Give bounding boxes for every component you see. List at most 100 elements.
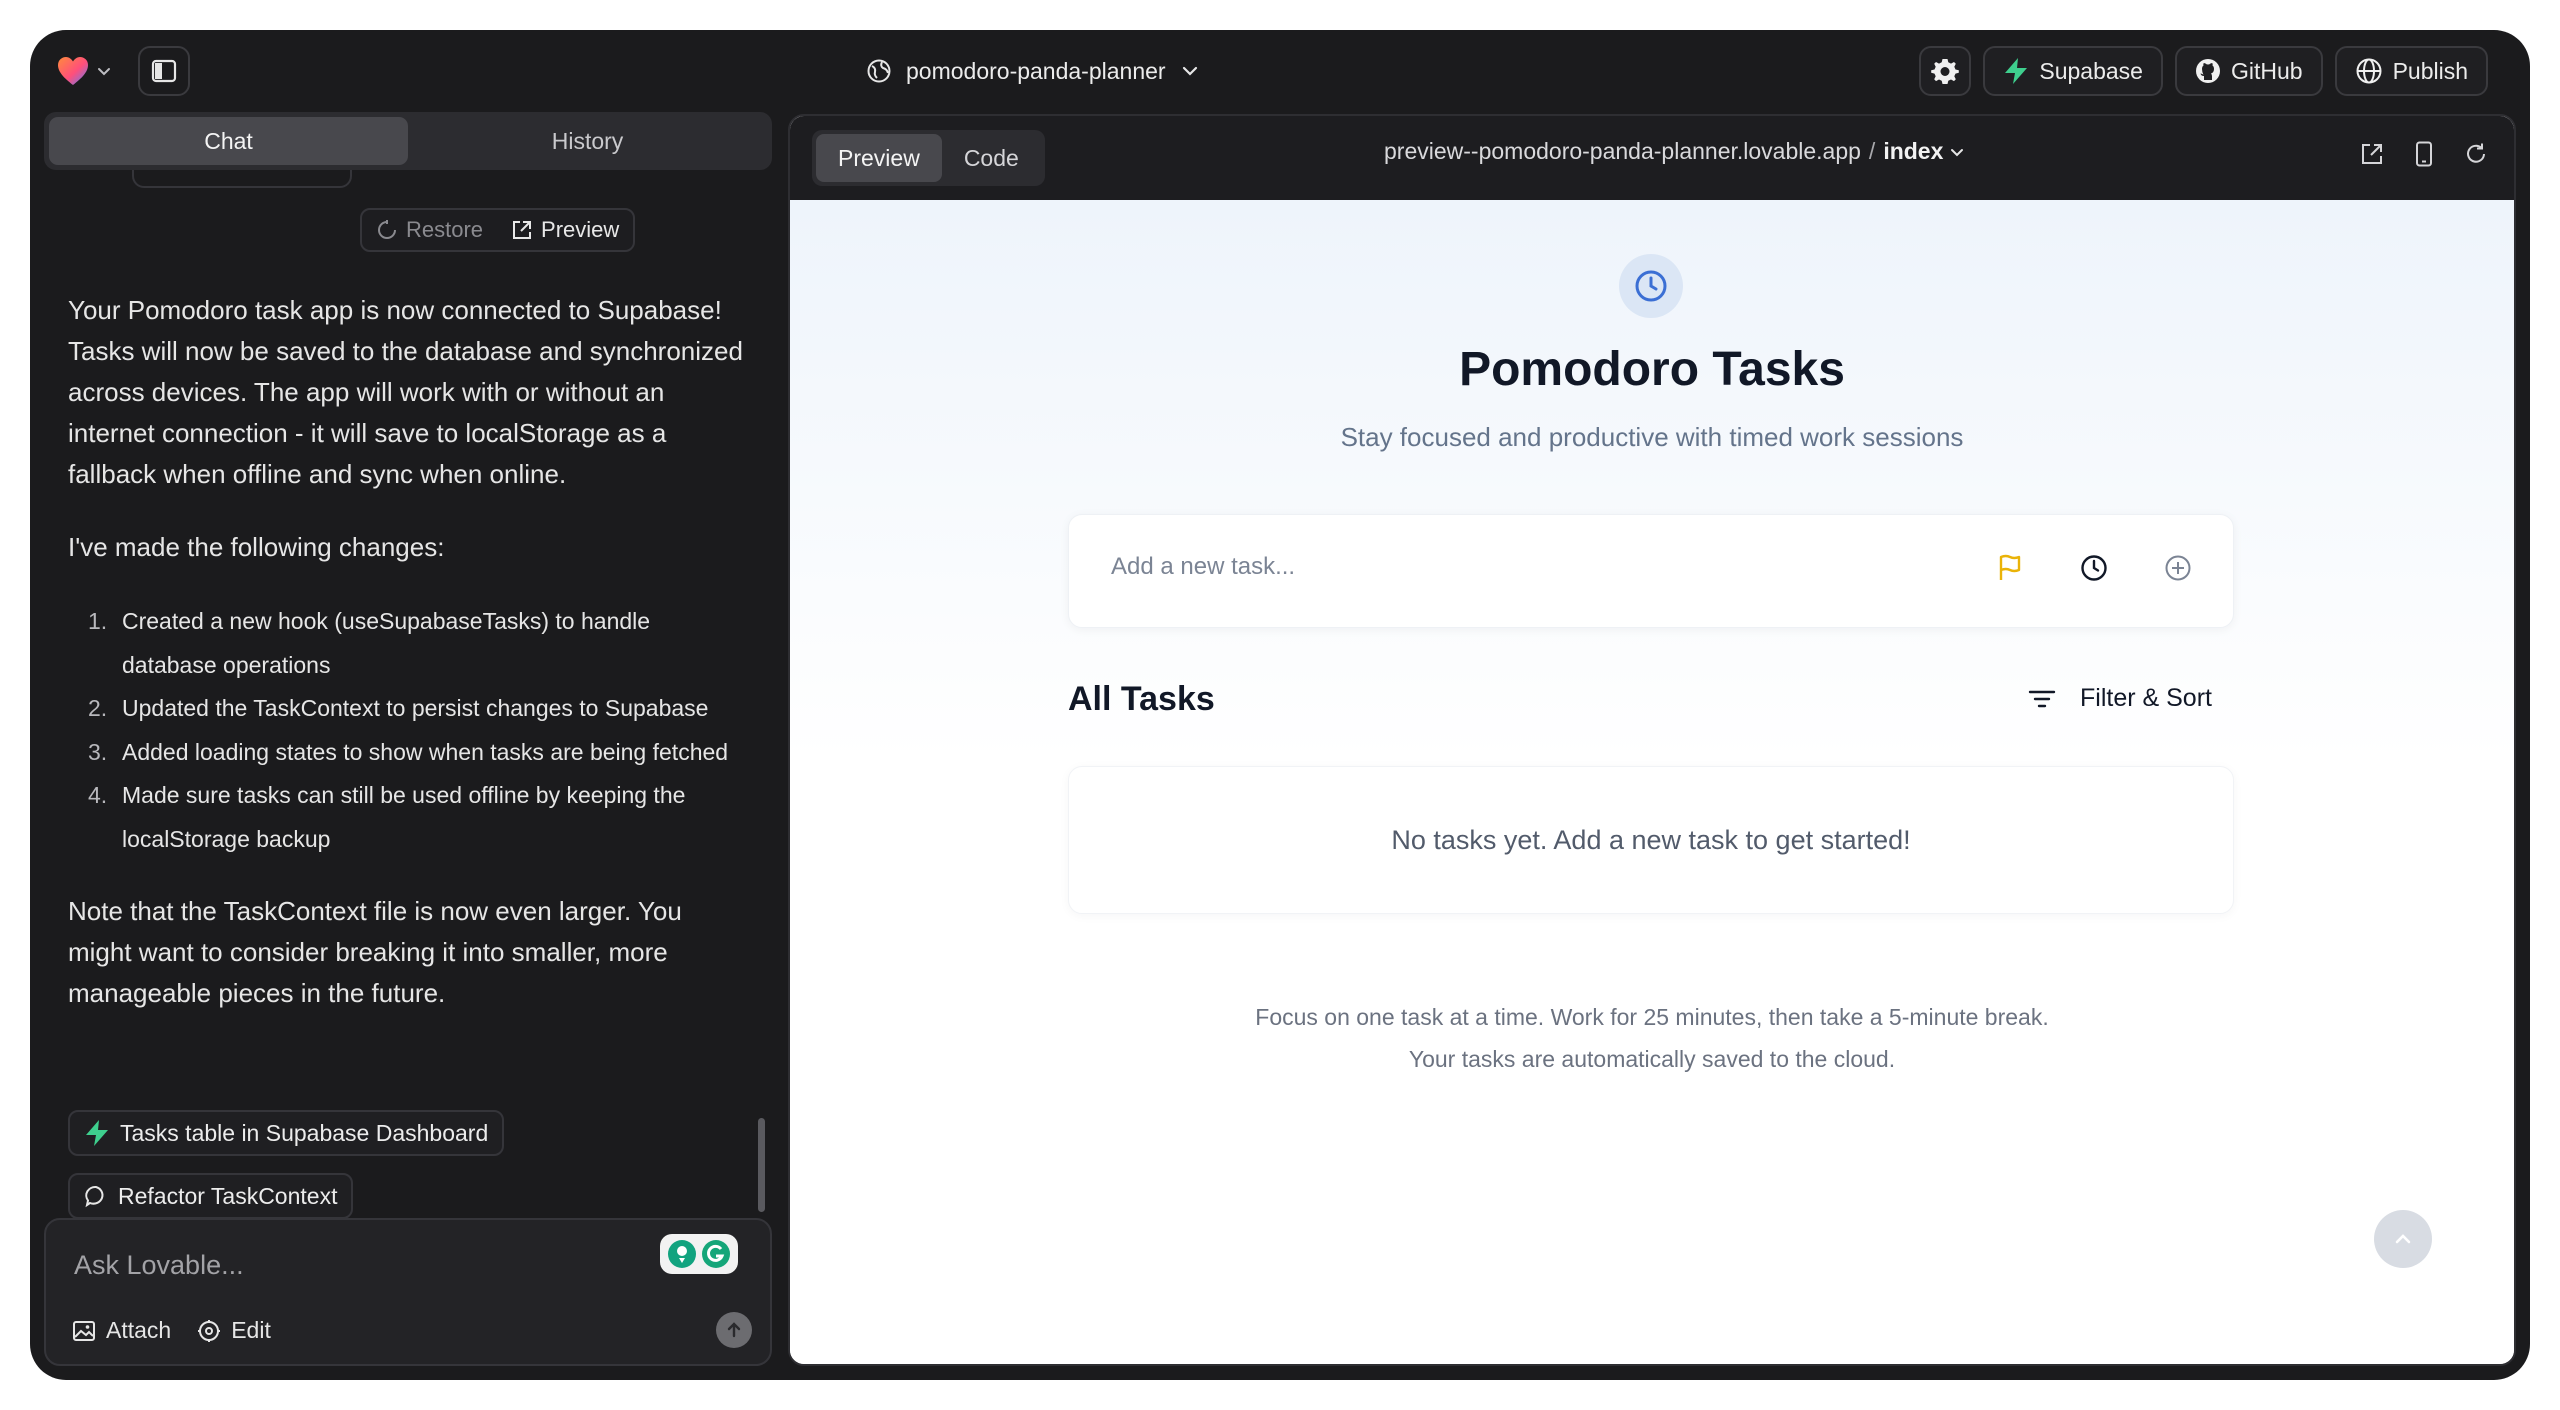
priority-button[interactable] <box>1995 553 2025 583</box>
page-subtitle: Stay focused and productive with timed w… <box>1340 422 1964 452</box>
message-paragraph: Note that the TaskContext file is now ev… <box>68 896 682 1008</box>
empty-state: No tasks yet. Add a new task to get star… <box>1068 766 2234 914</box>
attach-button[interactable]: Attach <box>72 1317 171 1344</box>
lovable-heart-icon <box>58 57 88 85</box>
new-task-input[interactable] <box>1111 553 1911 581</box>
lovable-logo-menu[interactable] <box>56 54 112 88</box>
route-selector[interactable]: index <box>1883 138 1965 165</box>
preview-url-bar: preview--pomodoro-panda-planner.lovable.… <box>1384 138 1965 165</box>
message-paragraph: Your Pomodoro task app is now connected … <box>68 295 743 489</box>
suggestion-label: Tasks table in Supabase Dashboard <box>120 1119 489 1146</box>
external-link-icon <box>513 221 532 239</box>
preview-url-host: preview--pomodoro-panda-planner.lovable.… <box>1384 138 1861 164</box>
list-number: 1. <box>88 608 108 634</box>
github-button[interactable]: GitHub <box>2174 46 2323 96</box>
chevron-down-icon <box>1182 66 1197 76</box>
list-text: Created a new hook (useSupabaseTasks) to… <box>122 608 651 678</box>
message-actions: Restore Preview <box>360 208 636 252</box>
restore-label: Restore <box>406 217 484 242</box>
refactor-suggestion-button[interactable]: Refactor TaskContext <box>68 1173 354 1219</box>
preview-version-label: Preview <box>541 217 620 242</box>
chat-input[interactable] <box>74 1250 594 1281</box>
add-task-button[interactable] <box>2163 553 2193 583</box>
chat-message-list[interactable]: Restore Preview Your Pomodoro task app i… <box>44 170 772 1240</box>
list-number: 2. <box>88 695 108 721</box>
chevron-down-icon <box>98 68 110 76</box>
flag-icon <box>1999 554 2021 580</box>
open-in-new-tab-button[interactable] <box>2358 140 2386 168</box>
clock-icon <box>1635 270 1667 302</box>
chat-panel-tabs: Chat History <box>44 112 772 170</box>
preview-panel: Preview Code preview--pomodoro-panda-pla… <box>788 114 2516 1366</box>
list-item: 4. Made sure tasks can still be used offl… <box>68 774 748 861</box>
filter-sort-button[interactable]: Filter & Sort <box>2028 684 2212 713</box>
grammarly-icon <box>702 1240 730 1268</box>
publish-button[interactable]: Publish <box>2334 46 2488 96</box>
assistant-badge-icon <box>668 1240 696 1268</box>
section-title: All Tasks <box>1068 680 1215 718</box>
publish-label: Publish <box>2392 57 2468 84</box>
supabase-bolt-icon <box>2005 58 2028 84</box>
footer-line: Your tasks are automatically saved to th… <box>1408 1046 1896 1072</box>
list-item: 3. Added loading states to show when task… <box>68 731 748 775</box>
clock-logo <box>1619 254 1683 318</box>
mobile-view-button[interactable] <box>2410 140 2438 168</box>
footer-line: Focus on one task at a time. Work for 25… <box>1255 1004 2049 1030</box>
preview-tools <box>2358 140 2490 168</box>
message-paragraph: I've made the following changes: <box>68 532 445 562</box>
restore-button[interactable]: Restore <box>362 210 497 250</box>
grammarly-badge[interactable] <box>660 1234 738 1274</box>
list-item: 2. Updated the TaskContext to persist cha… <box>68 687 748 731</box>
duration-button[interactable] <box>2079 553 2109 583</box>
sidebar-toggle-button[interactable] <box>138 46 190 96</box>
list-text: Made sure tasks can still be used offlin… <box>122 782 686 852</box>
preview-header: Preview Code preview--pomodoro-panda-pla… <box>790 116 2514 200</box>
list-number: 3. <box>88 738 108 765</box>
supabase-bolt-icon <box>86 1120 108 1146</box>
project-selector[interactable]: pomodoro-panda-planner <box>866 48 1200 94</box>
gear-icon <box>1931 59 1960 84</box>
preview-code-toggle: Preview Code <box>812 130 1045 186</box>
top-actions: Supabase GitHub Publish <box>1919 46 2488 96</box>
send-button[interactable] <box>716 1312 752 1348</box>
refresh-icon <box>2467 143 2485 163</box>
scroll-to-top-button[interactable] <box>2374 1210 2432 1268</box>
globe-icon <box>867 59 891 83</box>
refresh-button[interactable] <box>2462 140 2490 168</box>
external-link-icon <box>2362 144 2382 164</box>
preview-version-button[interactable]: Preview <box>497 210 633 250</box>
composer-tools: Attach Edit <box>72 1317 271 1344</box>
image-icon <box>73 1320 95 1341</box>
github-icon <box>2195 59 2220 83</box>
tab-preview[interactable]: Preview <box>816 134 942 182</box>
list-number: 4. <box>88 782 108 808</box>
changes-list: 1. Created a new hook (useSupabaseTasks) … <box>68 600 748 861</box>
tab-history[interactable]: History <box>408 117 767 165</box>
sidebar-panel-icon <box>151 59 177 83</box>
tab-chat[interactable]: Chat <box>49 117 408 165</box>
empty-state-text: No tasks yet. Add a new task to get star… <box>1391 824 1911 855</box>
supabase-dashboard-link[interactable]: Tasks table in Supabase Dashboard <box>68 1110 505 1156</box>
url-separator: / <box>1868 138 1876 164</box>
suggestion-row: Refactor TaskContext <box>68 1173 354 1219</box>
supabase-button[interactable]: Supabase <box>1983 46 2163 96</box>
target-icon <box>198 1319 221 1342</box>
chat-scrollbar[interactable] <box>758 1118 765 1212</box>
filter-icon <box>2028 690 2056 707</box>
chat-bubble-icon <box>85 1185 104 1208</box>
assistant-message: Your Pomodoro task app is now connected … <box>68 290 748 1014</box>
new-task-options <box>1995 553 2193 583</box>
settings-button[interactable] <box>1919 46 1972 96</box>
new-task-form <box>1068 514 2234 628</box>
top-bar: pomodoro-panda-planner Supabase GitHub P… <box>30 30 2530 112</box>
arrow-up-icon <box>727 1322 741 1338</box>
plus-circle-icon <box>2165 555 2191 581</box>
edit-button[interactable]: Edit <box>197 1317 271 1344</box>
page-title: Pomodoro Tasks <box>1459 343 1845 396</box>
chat-composer: Attach Edit <box>44 1218 772 1366</box>
chevron-down-icon <box>1951 148 1964 156</box>
list-item: 1. Created a new hook (useSupabaseTasks) … <box>68 600 748 687</box>
project-name-label: pomodoro-panda-planner <box>906 57 1166 84</box>
globe-icon <box>2356 58 2382 84</box>
tab-code[interactable]: Code <box>942 134 1041 182</box>
